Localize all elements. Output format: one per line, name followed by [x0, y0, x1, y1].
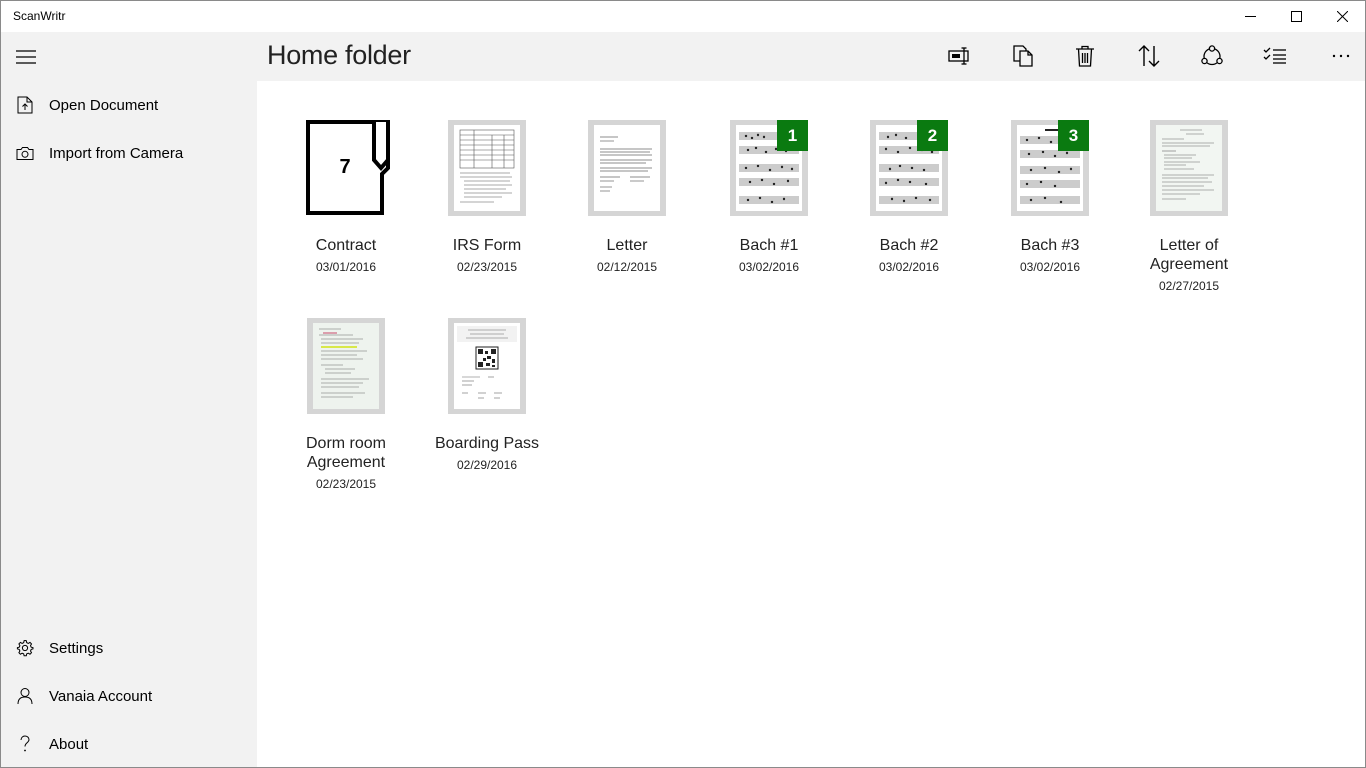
gear-icon: [1, 624, 49, 672]
document-open-icon: [1, 81, 49, 129]
sidebar-item-label: Import from Camera: [49, 144, 184, 162]
document-name: Contract: [315, 237, 377, 254]
document-name: IRS Form: [452, 237, 522, 254]
sidebar-item-settings[interactable]: Settings: [1, 624, 257, 672]
rename-button[interactable]: [940, 36, 980, 76]
sidebar-item-account[interactable]: Vanaia Account: [1, 672, 257, 720]
sidebar-item-label: Open Document: [49, 96, 159, 114]
document-thumbnail: [448, 318, 526, 414]
sidebar-item-label: About: [49, 735, 89, 753]
document-name: Bach #1: [739, 237, 799, 254]
folder-count: 7: [339, 156, 351, 178]
document-name: Letter of Agreement: [1149, 237, 1229, 273]
maximize-icon: [1290, 11, 1302, 22]
close-icon: [1336, 11, 1348, 22]
document-date: 02/23/2015: [456, 260, 518, 274]
menu-button[interactable]: [13, 44, 39, 70]
document-date: 03/02/2016: [738, 260, 800, 274]
sort-button[interactable]: [1129, 36, 1169, 76]
app-title: ScanWritr: [13, 9, 66, 23]
sidebar-item-open-document[interactable]: Open Document: [1, 81, 257, 129]
maximize-button[interactable]: [1273, 1, 1319, 32]
camera-icon: [1, 129, 49, 177]
sidebar: Open Document Import from Camera Setting…: [1, 32, 257, 767]
copy-button[interactable]: [1003, 36, 1043, 76]
page-title: Home folder: [267, 40, 411, 70]
document-date: 02/27/2015: [1158, 279, 1220, 293]
sidebar-item-import-camera[interactable]: Import from Camera: [1, 129, 257, 177]
app-window: ScanWritr Open Document Import from Came…: [0, 0, 1366, 768]
order-badge: 1: [777, 120, 808, 151]
document-thumbnail: 3: [1011, 120, 1089, 216]
folder-thumbnail: 7: [306, 120, 390, 216]
document-date: 03/02/2016: [1019, 260, 1081, 274]
document-name: Bach #2: [879, 237, 939, 254]
more-icon: [1332, 54, 1350, 58]
document-name: Bach #3: [1020, 237, 1080, 254]
select-icon: [1263, 47, 1286, 64]
document-name: Letter: [606, 237, 648, 254]
select-button[interactable]: [1255, 36, 1295, 76]
hamburger-icon: [16, 50, 36, 64]
close-button[interactable]: [1319, 1, 1365, 32]
title-bar: ScanWritr: [1, 1, 1365, 32]
delete-icon: [1076, 45, 1094, 67]
document-name: Boarding Pass: [434, 435, 540, 452]
sidebar-item-label: Settings: [49, 639, 104, 657]
document-grid: 7 Contract 03/01/2016 IRS Form 02/23/201…: [257, 81, 1365, 767]
document-name: Dorm room Agreement: [305, 435, 386, 471]
question-icon: [1, 720, 49, 767]
order-badge: 3: [1058, 120, 1089, 151]
sort-icon: [1138, 45, 1160, 67]
sidebar-item-about[interactable]: About: [1, 720, 257, 767]
document-thumbnail: [448, 120, 526, 216]
order-badge: 2: [917, 120, 948, 151]
document-thumbnail: [1150, 120, 1228, 216]
document-thumbnail: 1: [730, 120, 808, 216]
document-thumbnail: [307, 318, 385, 414]
delete-button[interactable]: [1065, 36, 1105, 76]
minimize-icon: [1244, 16, 1256, 17]
document-date: 03/01/2016: [315, 260, 377, 274]
document-date: 02/23/2015: [315, 477, 377, 491]
share-button[interactable]: [1192, 36, 1232, 76]
share-icon: [1201, 45, 1223, 66]
sidebar-item-label: Vanaia Account: [49, 687, 153, 705]
minimize-button[interactable]: [1227, 1, 1273, 32]
header-bar: Home folder: [257, 32, 1365, 81]
document-date: 03/02/2016: [878, 260, 940, 274]
person-icon: [1, 672, 49, 720]
copy-icon: [1013, 45, 1033, 67]
rename-icon: [948, 47, 969, 65]
document-thumbnail: [588, 120, 666, 216]
document-date: 02/12/2015: [596, 260, 658, 274]
document-date: 02/29/2016: [456, 458, 518, 472]
more-button[interactable]: [1321, 36, 1361, 76]
document-thumbnail: 2: [870, 120, 948, 216]
